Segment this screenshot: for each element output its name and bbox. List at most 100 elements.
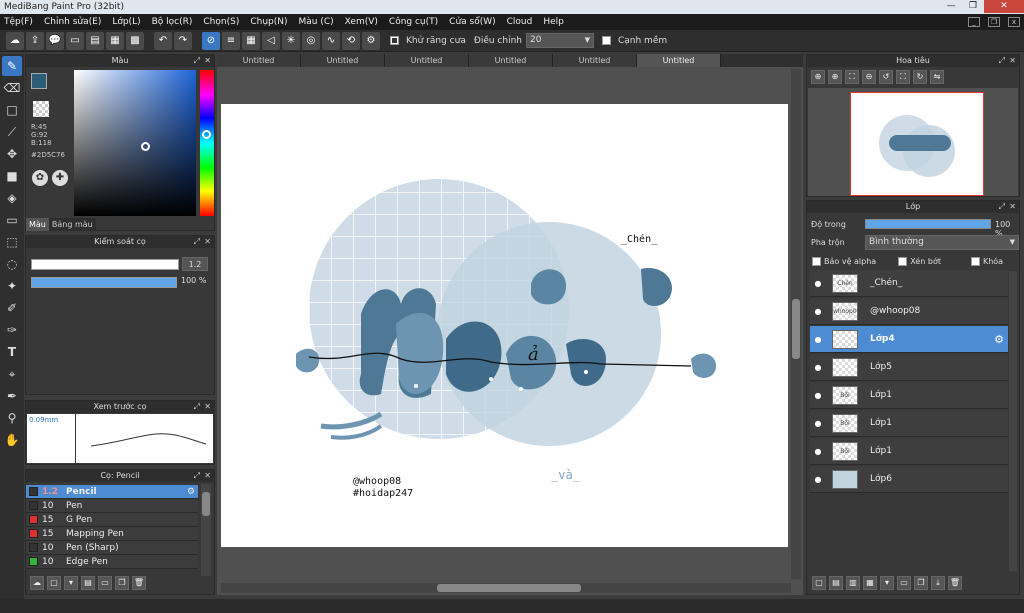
cloud-brush-icon[interactable]: ☁ [30,576,44,590]
perspective-snap-icon[interactable]: ◁ [262,31,280,50]
zoom-out-icon[interactable]: ⊖ [862,70,876,84]
visibility-icon[interactable]: ● [810,475,826,484]
menu-tools[interactable]: Công cụ(T) [389,17,438,27]
visibility-icon[interactable]: ● [810,335,826,344]
brush-size-value[interactable]: 1.2 [182,257,208,271]
minimize-icon[interactable]: — [940,0,962,13]
navigator-thumbnail[interactable] [850,92,984,196]
tab-document[interactable]: Untitled [217,54,301,67]
menu-color[interactable]: Màu (C) [299,17,334,27]
expand-icon[interactable]: ⤢ [194,401,200,413]
menu-snap[interactable]: Chụp(N) [250,17,287,27]
visibility-icon[interactable]: ● [810,307,826,316]
circle-snap-icon[interactable]: ◎ [302,31,320,50]
flip-icon[interactable]: ⇋ [930,70,944,84]
gear-icon[interactable]: ⚙ [994,333,1004,346]
pen-tool-icon[interactable]: ✒ [2,386,22,406]
tab-palette[interactable]: Bảng màu [48,218,96,231]
select-tool-icon[interactable]: ⬚ [2,232,22,252]
rotate-snap-icon[interactable]: ⟲ [342,31,360,50]
chat-icon[interactable]: 💬 [46,31,64,50]
new-layer-icon[interactable]: ▢ [812,576,826,590]
clipping-checkbox[interactable] [898,257,908,266]
menu-file[interactable]: Tệp(F) [4,17,33,27]
new-halftone-layer-icon[interactable]: ▦ [863,576,877,590]
brush-folder-icon[interactable]: ▭ [98,576,112,590]
menu-filter[interactable]: Bộ lọc(R) [152,17,193,27]
undo-icon[interactable]: ↶ [154,31,172,50]
brush-duplicate-icon[interactable]: ❐ [115,576,129,590]
horizontal-scrollbar[interactable] [221,583,791,593]
close-icon[interactable]: ✕ [204,55,211,67]
menu-edit[interactable]: Chỉnh sửa(E) [44,17,101,27]
expand-icon[interactable]: ⤢ [999,201,1005,213]
select-eraser-icon[interactable]: ✑ [2,320,22,340]
correction-dropdown[interactable]: 20 ▼ [525,33,594,48]
rotate-left-icon[interactable]: ↺ [879,70,893,84]
duplicate-layer-icon[interactable]: ❐ [914,576,928,590]
expand-icon[interactable]: ⤢ [194,55,200,67]
brush-item[interactable]: 1.2 Pencil ⚙ [26,485,198,499]
brush-item[interactable]: 10 Edge Pen [26,555,198,569]
tab-document[interactable]: Untitled [301,54,385,67]
dot-tool-icon[interactable]: □ [2,100,22,120]
brush-item[interactable]: 10 Pen (Sharp) [26,541,198,555]
radial-snap-icon[interactable]: ✳ [282,31,300,50]
layer-row[interactable]: ● Lớp6 [810,466,1008,493]
mdi-minimize-icon[interactable]: _ [968,17,980,27]
reset-view-icon[interactable]: ⛶ [896,70,910,84]
close-icon[interactable]: ✕ [204,470,211,482]
brush-delete-icon[interactable]: 🗑 [132,576,146,590]
vertical-scrollbar[interactable] [791,69,801,579]
brush-item[interactable]: 10 Pen [26,499,198,513]
layer-row[interactable]: ● Chén _Chén_ [810,270,1008,297]
protect-alpha-checkbox[interactable] [812,257,821,266]
expand-icon[interactable]: ⤢ [194,236,200,248]
settings-snap-icon[interactable]: ⚙ [362,31,380,50]
brush-item[interactable]: 15 G Pen [26,513,198,527]
expand-icon[interactable]: ⤢ [194,470,200,482]
visibility-icon[interactable]: ● [810,447,826,456]
close-icon[interactable]: ✕ [204,236,211,248]
curve-snap-icon[interactable]: ∿ [322,31,340,50]
tab-document[interactable]: Untitled [385,54,469,67]
close-icon[interactable]: ✕ [204,401,211,413]
soft-edge-checkbox[interactable] [601,36,611,45]
divide-tool-icon[interactable]: ⌖ [2,364,22,384]
magic-wand-icon[interactable]: ✦ [2,276,22,296]
brush-add-menu-icon[interactable]: ▾ [64,576,78,590]
new-layer-8bit-icon[interactable]: ▤ [829,576,843,590]
expand-icon[interactable]: ⤢ [999,55,1005,67]
document-icon[interactable]: ▤ [86,31,104,50]
layer-row[interactable]: ● Lớp5 [810,354,1008,381]
blur-tool-icon[interactable]: ⟋ [2,122,22,142]
visibility-icon[interactable]: ● [810,279,826,288]
fit-icon[interactable]: ⛶ [845,70,859,84]
message-icon[interactable]: ▭ [66,31,84,50]
hand-tool-icon[interactable]: ✋ [2,430,22,450]
eraser-tool-icon[interactable]: ⌫ [2,78,22,98]
add-layer-menu-icon[interactable]: ▾ [880,576,894,590]
foreground-swatch[interactable] [31,73,47,89]
redo-icon[interactable]: ↷ [174,31,192,50]
share-icon[interactable]: ⇪ [26,31,44,50]
tab-color[interactable]: Màu [26,218,49,231]
brush-opacity-slider[interactable] [31,277,177,288]
visibility-icon[interactable]: ● [810,391,826,400]
brush-list-scrollbar[interactable] [201,484,211,576]
zoom-in-alt-icon[interactable]: ⊕ [828,70,842,84]
tab-document[interactable]: Untitled [553,54,637,67]
canvas-area[interactable]: ả _Chén_ _và_ @whoop08 #hoidap247 [217,67,803,595]
color-cursor[interactable] [141,142,150,151]
fill-tool-icon[interactable]: ◈ [2,188,22,208]
menu-layer[interactable]: Lớp(L) [112,17,140,27]
lock-checkbox[interactable] [970,257,980,266]
visibility-icon[interactable]: ● [810,363,826,372]
grid-snap-icon[interactable]: ▦ [242,31,260,50]
merge-layer-icon[interactable]: ⤓ [931,576,945,590]
parallel-snap-icon[interactable]: ≡ [222,31,240,50]
layer-row[interactable]: ● whoop08 @whoop08 [810,298,1008,325]
gradient-tool-icon[interactable]: ▭ [2,210,22,230]
layer-row[interactable]: ● Bồi Lớp1 [810,382,1008,409]
drawing-paper[interactable]: ả _Chén_ _và_ @whoop08 #hoidap247 [221,104,788,547]
